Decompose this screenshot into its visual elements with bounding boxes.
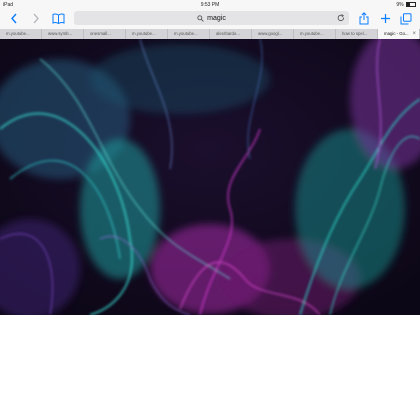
tabs-icon: [400, 12, 412, 24]
tab-item[interactable]: onesmall...: [84, 29, 126, 39]
share-button[interactable]: [356, 11, 372, 26]
tab-label: magic - Go...: [384, 31, 409, 36]
battery-icon: [406, 2, 416, 8]
tabs-overview-button[interactable]: [398, 11, 414, 26]
chevron-right-icon: [33, 13, 39, 24]
tab-item[interactable]: how to spel...: [336, 29, 378, 39]
browser-toolbar: magic: [0, 9, 420, 30]
tab-label: how to spel...: [342, 31, 368, 36]
battery-percent: 9%: [396, 2, 404, 8]
address-text: magic: [207, 14, 226, 22]
tab-item[interactable]: www.googl...: [252, 29, 294, 39]
page-blank-area: [0, 315, 420, 420]
tab-label: m.youtube...: [300, 31, 324, 36]
tab-item[interactable]: m.youtube...: [0, 29, 42, 39]
reload-icon[interactable]: [337, 14, 345, 22]
status-bar: iPad 9:53 PM 9%: [0, 0, 420, 9]
tab-label: m.youtube...: [174, 31, 198, 36]
fractal-art: [0, 39, 420, 315]
back-button[interactable]: [6, 11, 22, 26]
forward-button[interactable]: [28, 11, 44, 26]
tab-item[interactable]: www.symb...: [42, 29, 84, 39]
tab-item[interactable]: m.youtube...: [126, 29, 168, 39]
bookmarks-button[interactable]: [50, 11, 66, 26]
new-tab-button[interactable]: [377, 11, 393, 26]
tab-item[interactable]: m.youtube...: [168, 29, 210, 39]
plus-icon: [380, 14, 390, 23]
address-bar[interactable]: magic: [74, 11, 349, 25]
tab-item[interactable]: alexrbardo...: [210, 29, 252, 39]
tab-label: m.youtube...: [132, 31, 156, 36]
chevron-left-icon: [11, 13, 17, 24]
tab-label: onesmall...: [90, 31, 111, 36]
tab-label: www.symb...: [48, 31, 73, 36]
tab-item-active[interactable]: magic - Go...: [378, 29, 420, 39]
clock: 9:53 PM: [200, 2, 220, 8]
tab-label: m.youtube...: [6, 31, 30, 36]
tab-strip: m.youtube... www.symb... onesmall... m.y…: [0, 29, 420, 39]
tab-label: alexrbardo...: [216, 31, 240, 36]
tab-item[interactable]: m.youtube...: [294, 29, 336, 39]
tab-label: www.googl...: [258, 31, 283, 36]
bookmarks-icon: [52, 13, 64, 24]
share-icon: [359, 12, 369, 25]
search-icon: [197, 14, 204, 22]
battery-indicator: 9%: [396, 2, 416, 8]
fractal-image: [0, 39, 420, 315]
